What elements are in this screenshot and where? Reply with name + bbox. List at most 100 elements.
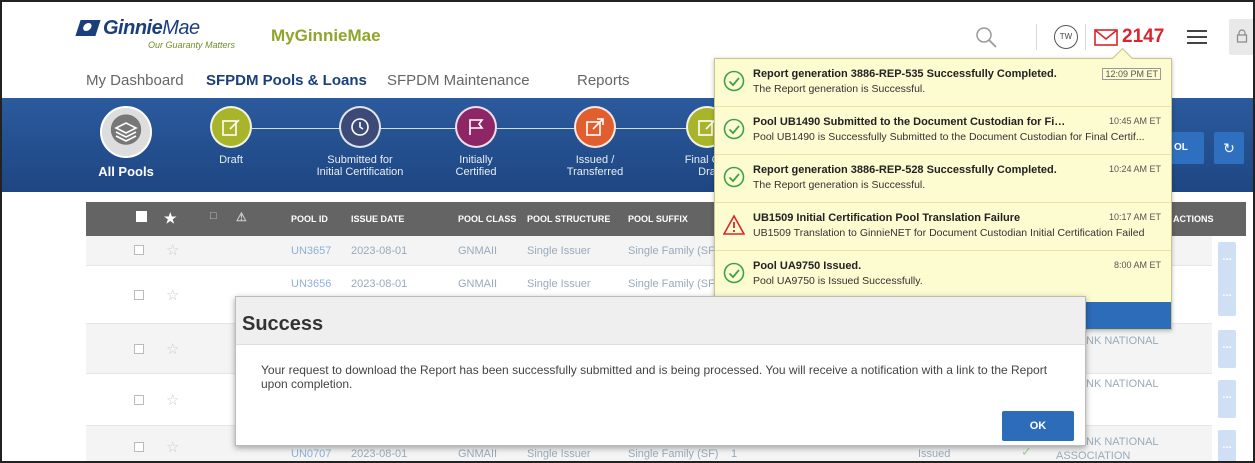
notification-body: Pool UB1490 is Successfully Submitted to… [753,131,1145,143]
column-header-pool-structure[interactable]: POOL STRUCTURE [527,214,610,224]
star-icon[interactable]: ☆ [166,440,179,455]
column-header-pool-class[interactable]: POOL CLASS [458,214,516,224]
step-submitted-initial-certification[interactable]: Submitted for Initial Certification [300,106,420,178]
issuer-name: NK NATIONAL [1086,436,1159,448]
pool-id-link[interactable]: UN3656 [291,278,331,290]
nav-my-dashboard[interactable]: My Dashboard [86,72,184,89]
pool-id-link[interactable]: UN3657 [291,245,331,257]
nav-sfpdm-pools-loans[interactable]: SFPDM Pools & Loans [206,72,367,89]
column-header-pool-id[interactable]: POOL ID [291,214,328,224]
row-checkbox[interactable] [134,442,144,452]
step-label: Submitted for Initial Certification [316,154,404,178]
success-check-icon [723,166,745,188]
ok-button[interactable]: OK [1002,411,1074,441]
pool-structure: Single Issuer [527,278,591,290]
success-check-icon [723,262,745,284]
row-actions-button[interactable]: ... [1218,242,1236,280]
notification-title: UB1509 Initial Certification Pool Transl… [753,212,1021,224]
step-issued-transferred[interactable]: Issued / Transferred [535,106,655,178]
notification-title: Report generation 3886-REP-535 Successfu… [753,68,1057,80]
row-actions-button[interactable]: ... [1218,380,1236,418]
app-name[interactable]: MyGinnieMae [271,26,381,46]
pool-button[interactable]: OL [1170,132,1204,164]
row-actions-button[interactable]: ... [1218,278,1236,316]
pool-status: Issued [918,448,951,460]
clock-icon [339,106,381,148]
star-icon[interactable]: ☆ [166,243,179,258]
issuer-name: NK NATIONAL [1086,378,1159,390]
star-icon[interactable]: ☆ [166,393,179,408]
row-checkbox[interactable] [134,290,144,300]
column-header-pool-suffix[interactable]: POOL SUFFIX [628,214,688,224]
row-checkbox[interactable] [134,395,144,405]
notification-item[interactable]: Report generation 3886-REP-535 Successfu… [715,59,1171,107]
select-all-checkbox[interactable] [136,211,147,222]
star-icon[interactable]: ☆ [166,288,179,303]
search-icon[interactable] [975,26,997,48]
check-status-icon: ✓ [1021,444,1032,459]
pool-structure: Single Issuer [527,245,591,257]
modal-header: Success [236,297,1085,345]
notification-time: 10:17 AM ET [1108,212,1161,222]
logo-mark-icon [75,20,101,36]
lock-button[interactable] [1229,19,1253,55]
notification-item[interactable]: Report generation 3886-REP-528 Successfu… [715,155,1171,203]
nav-reports[interactable]: Reports [577,72,630,89]
step-all-pools[interactable]: All Pools [84,106,168,179]
pool-suffix: Single Family (SF) [628,448,719,460]
modal-title: Success [242,313,324,335]
notification-time: 12:09 PM ET [1102,68,1161,80]
success-modal: Success Your request to download the Rep… [235,296,1086,446]
column-header-actions: ACTIONS [1173,214,1214,224]
notification-time: 10:45 AM ET [1108,116,1161,126]
pool-class: GNMAII [458,278,498,290]
notification-body: UB1509 Translation to GinnieNET for Docu… [753,227,1145,239]
column-header-issue-date[interactable]: ISSUE DATE [351,214,404,224]
divider [1085,24,1086,50]
star-icon[interactable]: ☆ [166,342,179,357]
ginnie-mae-logo[interactable]: GinnieMae Our Guaranty Matters [75,10,248,54]
issue-date: 2023-08-01 [351,245,408,257]
step-label: Initially Certified [455,154,497,178]
notification-time: 10:24 AM ET [1108,164,1161,174]
mail-icon[interactable] [1094,29,1118,46]
star-column-icon[interactable]: ★ [164,210,177,227]
pool-class: GNMAII [458,448,498,460]
notification-title: Report generation 3886-REP-528 Successfu… [753,164,1057,176]
success-check-icon [723,70,745,92]
row-checkbox[interactable] [134,245,144,255]
flag-icon [455,106,497,148]
hamburger-menu-icon[interactable] [1187,30,1207,45]
success-check-icon [723,118,745,140]
notification-body: The Report generation is Successful. [753,179,926,191]
notification-title: Pool UA9750 Issued. [753,260,862,272]
row-actions-button[interactable]: ... [1218,430,1236,461]
issuer-name: NK NATIONAL [1086,335,1159,347]
notification-body: Pool UA9750 is Issued Successfully. [753,275,923,287]
notification-item[interactable]: Pool UA9750 Issued. 8:00 AM ET Pool UA97… [715,251,1171,299]
step-label: Issued / Transferred [566,154,624,178]
notification-body: The Report generation is Successful. [753,83,926,95]
modal-message: Your request to download the Report has … [261,363,1048,391]
step-initially-certified[interactable]: Initially Certified [416,106,536,178]
pool-suffix: Single Family (SF) [628,278,719,290]
issue-date: 2023-08-01 [351,278,408,290]
nav-sfpdm-maintenance[interactable]: SFPDM Maintenance [387,72,530,89]
notification-item[interactable]: UB1509 Initial Certification Pool Transl… [715,203,1171,251]
user-avatar[interactable]: TW [1054,25,1078,49]
notifications-dropdown: Report generation 3886-REP-535 Successfu… [714,58,1172,330]
pool-id-link[interactable]: UN0707 [291,448,331,460]
warning-column-icon: ⚠ [236,210,247,224]
notification-item[interactable]: Pool UB1490 Submitted to the Document Cu… [715,107,1171,155]
refresh-icon[interactable]: ↻ [1214,132,1244,164]
row-actions-button[interactable]: ... [1218,330,1236,368]
divider [1036,24,1037,50]
step-label: All Pools [98,164,154,179]
notification-time: 8:00 AM ET [1113,260,1161,270]
step-draft[interactable]: Draft [171,106,291,166]
row-checkbox[interactable] [134,344,144,354]
notification-title: Pool UB1490 Submitted to the Document Cu… [753,116,1069,128]
warning-triangle-icon [723,214,745,235]
app-window: GinnieMae Our Guaranty Matters MyGinnieM… [0,0,1255,463]
notification-count[interactable]: 2147 [1122,26,1164,48]
